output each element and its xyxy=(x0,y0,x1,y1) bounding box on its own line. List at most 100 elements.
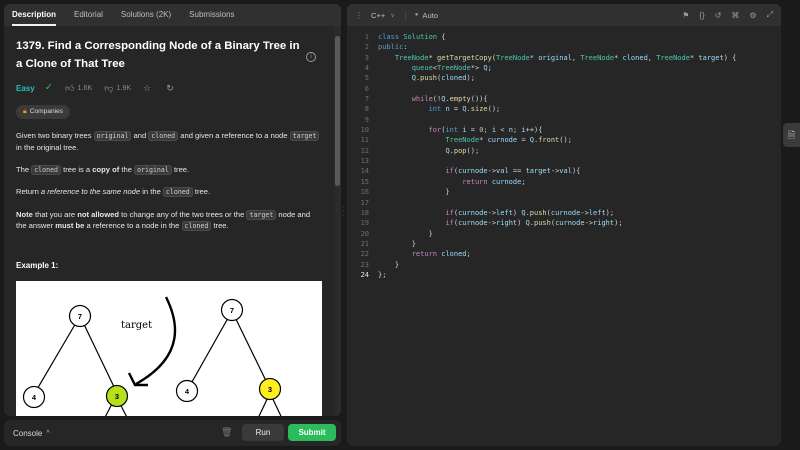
code-line: 12 Q.pop(); xyxy=(347,146,781,156)
description-scrollbar[interactable] xyxy=(334,26,341,416)
panel-resize-handle[interactable]: · · · xyxy=(342,204,344,219)
lock-icon: 🔒︎ xyxy=(23,107,27,115)
chevron-down-icon: ∨ xyxy=(390,12,395,19)
code-editor-panel: ⋮ C++ ∨ | ● Auto ⚑ {} ↺ ⌘ ⚙ ⤢ 1 class Sol… xyxy=(347,4,781,446)
code-line: 14 if(curnode->val == target->val){ xyxy=(347,166,781,176)
target-arrow xyxy=(135,296,177,386)
line-number: 19 xyxy=(360,219,369,228)
inline-code: original xyxy=(134,164,172,175)
inline-code: cloned xyxy=(31,164,62,175)
scroll-thumb[interactable] xyxy=(335,36,340,186)
info-icon[interactable]: i xyxy=(306,52,316,62)
share-icon: ↻ xyxy=(166,83,174,94)
difficulty-badge: Easy xyxy=(16,83,35,93)
language-label: C++ xyxy=(371,10,386,20)
line-number: 10 xyxy=(360,126,369,135)
favorite-button[interactable]: ☆ xyxy=(143,82,154,95)
line-number: 17 xyxy=(360,198,369,207)
chevron-up-icon[interactable]: ^ xyxy=(46,430,49,437)
text: The xyxy=(16,164,32,174)
shortcut-icon[interactable]: ⌘ xyxy=(731,11,739,20)
line-number: 11 xyxy=(360,136,369,145)
text: in the xyxy=(140,187,163,197)
problem-tabs: Description Editorial Solutions (2K) Sub… xyxy=(4,4,341,26)
bookmark-icon[interactable]: ⚑ xyxy=(682,11,689,20)
text: in the original tree. xyxy=(16,142,79,152)
line-number: 14 xyxy=(360,167,369,176)
line-number: 24 xyxy=(360,270,369,279)
text: the xyxy=(119,164,135,174)
code-line: 23 } xyxy=(347,260,781,270)
dislike-button[interactable]: 👎︎ 1.9K xyxy=(104,82,131,95)
reset-icon[interactable]: ↺ xyxy=(715,11,722,20)
text: Given two binary trees xyxy=(16,130,94,140)
line-number: 5 xyxy=(364,74,369,83)
language-selector[interactable]: ⋮ C++ ∨ xyxy=(355,11,395,20)
line-number: 12 xyxy=(360,146,369,155)
line-number: 13 xyxy=(360,157,369,166)
code-line: 17 xyxy=(347,198,781,208)
tab-solutions[interactable]: Solutions (2K) xyxy=(121,4,171,26)
code-line: 6 xyxy=(347,84,781,94)
app-root: Description Editorial Solutions (2K) Sub… xyxy=(0,0,800,450)
code-line: 13 xyxy=(347,156,781,166)
inline-code: original xyxy=(93,130,132,141)
text: to change any of the two trees or the xyxy=(118,209,247,219)
notes-side-tab[interactable]: 🗎 xyxy=(783,123,800,147)
run-button[interactable]: Run xyxy=(242,424,284,441)
console-toggle[interactable]: Console xyxy=(13,429,42,438)
code-line: 2 public: xyxy=(347,42,781,52)
text: tree. xyxy=(211,221,229,231)
node-label: 7 xyxy=(230,306,234,315)
companies-label: Companies xyxy=(29,108,64,116)
node-label: 3 xyxy=(115,392,119,401)
tree-edge xyxy=(231,311,271,390)
code-line: 15 return curnode; xyxy=(347,177,781,187)
settings-icon[interactable]: ⚙ xyxy=(749,11,756,20)
code-area[interactable]: 1 class Solution { 2 public: 3 TreeNode* g… xyxy=(347,32,781,280)
inline-code: cloned xyxy=(181,221,212,232)
code-line: 3 TreeNode* getTargetCopy(TreeNode* orig… xyxy=(347,53,781,63)
tab-description[interactable]: Description xyxy=(12,4,57,26)
text: tree is a xyxy=(61,164,93,174)
line-number: 4 xyxy=(364,64,369,73)
italic-text: a reference to the same node xyxy=(40,187,141,197)
line-number: 6 xyxy=(364,84,369,93)
problem-title: 1379. Find a Corresponding Node of a Bin… xyxy=(16,40,300,70)
code-line: 20 } xyxy=(347,229,781,239)
console-bar: Console ^ 🗑︎ Run Submit xyxy=(4,420,341,446)
code-line: 21 } xyxy=(347,239,781,249)
tree-edge xyxy=(35,316,81,392)
editor-tools: ⚑ {} ↺ ⌘ ⚙ ⤢ xyxy=(672,4,773,26)
code-line: 4 queue<TreeNode*> Q; xyxy=(347,63,781,73)
text: Return xyxy=(16,187,41,197)
document-icon: 🗎 xyxy=(787,130,796,140)
example-figure: target 7 4 3 7 4 3 xyxy=(16,281,322,416)
code-line: 16 } xyxy=(347,187,781,197)
companies-chip[interactable]: 🔒︎ Companies xyxy=(16,104,71,119)
problem-meta: Easy ✓ 👍︎ 1.6K 👎︎ 1.9K ☆ ↻ xyxy=(16,81,322,96)
code-line: 19 if(curnode->right) Q.push(curnode->ri… xyxy=(347,218,781,228)
inline-code: cloned xyxy=(162,187,193,198)
trash-icon[interactable]: 🗑︎ xyxy=(221,427,232,438)
code-line: 7 while(!Q.empty()){ xyxy=(347,94,781,104)
tab-editorial[interactable]: Editorial xyxy=(74,4,103,26)
paragraph-return: Return a reference to the same node in t… xyxy=(16,186,322,198)
braces-icon[interactable]: {} xyxy=(699,11,704,20)
text: that you are xyxy=(32,209,78,219)
auto-mode-button[interactable]: Auto xyxy=(422,11,438,20)
drag-handle-icon: ⋮ xyxy=(355,10,363,20)
tab-submissions[interactable]: Submissions xyxy=(189,4,234,26)
like-button[interactable]: 👍︎ 1.6K xyxy=(65,82,92,95)
toolbar-divider: | xyxy=(404,10,407,20)
paragraph-intro: Given two binary trees original and clon… xyxy=(16,130,322,153)
inline-code: cloned xyxy=(148,130,179,141)
text: a reference to a node in the xyxy=(84,221,182,231)
node-label: 7 xyxy=(78,312,82,321)
share-button[interactable]: ↻ xyxy=(166,82,177,95)
fullscreen-icon[interactable]: ⤢ xyxy=(767,10,773,20)
submit-button[interactable]: Submit xyxy=(288,424,336,441)
star-icon: ☆ xyxy=(143,83,152,94)
code-line: 18 if(curnode->left) Q.push(curnode->lef… xyxy=(347,208,781,218)
code-line: 1 class Solution { xyxy=(347,32,781,42)
